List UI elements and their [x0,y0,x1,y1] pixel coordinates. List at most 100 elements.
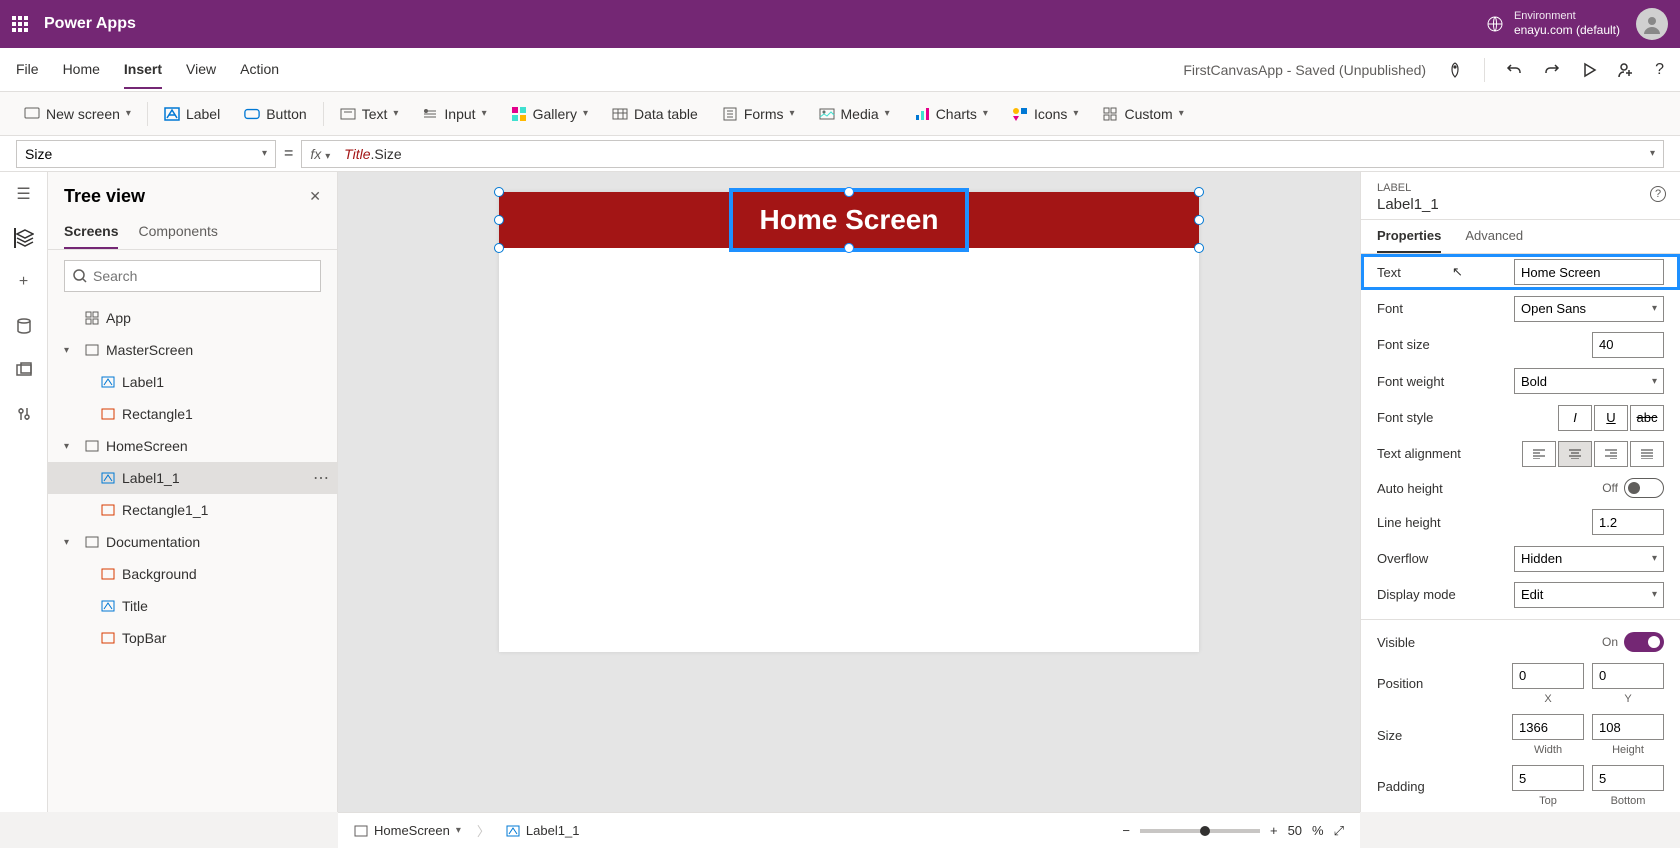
label-icon [100,471,116,485]
zoom-in-icon[interactable]: + [1270,823,1278,838]
align-right-button[interactable] [1594,441,1628,467]
banner-label[interactable]: Home Screen [760,204,939,236]
insert-custom-button[interactable]: Custom▾ [1094,100,1191,128]
input-icon [422,106,438,122]
data-rail-icon[interactable] [14,316,34,336]
menu-insert[interactable]: Insert [124,51,162,89]
insert-label-button[interactable]: Label [156,100,228,128]
tree-item-app[interactable]: App [48,302,337,334]
tab-screens[interactable]: Screens [64,215,118,249]
insert-button-button[interactable]: Button [236,100,314,128]
visible-toggle[interactable] [1624,632,1664,652]
fontsize-input[interactable] [1592,332,1664,358]
italic-button[interactable]: I [1558,405,1592,431]
tree-item-masterscreen[interactable]: ▾ MasterScreen [48,334,337,366]
equals-sign: = [284,145,293,163]
redo-icon[interactable] [1543,61,1561,79]
autoheight-toggle[interactable] [1624,478,1664,498]
gallery-icon [511,106,527,122]
underline-button[interactable]: U [1594,405,1628,431]
user-avatar[interactable] [1636,8,1668,40]
formula-input[interactable]: fx▾ Title.Size ▾ [301,140,1664,168]
align-justify-button[interactable] [1630,441,1664,467]
help-icon[interactable]: ? [1650,186,1666,202]
app-header: Power Apps Environment enayu.com (defaul… [0,0,1680,48]
text-input[interactable] [1514,259,1664,285]
insert-gallery-button[interactable]: Gallery▾ [503,100,596,128]
zoom-slider[interactable] [1140,829,1260,833]
hamburger-icon[interactable]: ☰ [14,184,34,204]
app-launcher-icon[interactable] [12,16,28,32]
play-icon[interactable] [1581,62,1597,78]
environment-picker[interactable]: Environment enayu.com (default) [1486,10,1620,38]
tab-properties[interactable]: Properties [1377,220,1441,253]
breadcrumb-element[interactable]: Label1_1 [506,823,580,838]
lineheight-input[interactable] [1592,509,1664,535]
canvas-area[interactable]: Home Screen [338,172,1360,812]
rectangle-icon [100,631,116,645]
insert-rail-icon[interactable]: + [14,272,34,292]
share-icon[interactable] [1617,61,1635,79]
insert-datatable-button[interactable]: Data table [604,100,706,128]
overflow-select[interactable]: Hidden▾ [1514,546,1664,572]
more-icon[interactable]: ⋯ [313,468,329,488]
menu-action[interactable]: Action [240,51,279,89]
insert-media-button[interactable]: Media▾ [811,100,898,128]
menu-file[interactable]: File [16,51,39,89]
tree-item-homescreen[interactable]: ▾ HomeScreen [48,430,337,462]
environment-label: Environment [1514,10,1620,23]
tree-item-rectangle1-1[interactable]: Rectangle1_1 [48,494,337,526]
help-icon[interactable]: ? [1655,61,1664,79]
zoom-value: 50 [1288,823,1302,838]
menu-home[interactable]: Home [63,51,100,89]
insert-text-button[interactable]: Text▾ [332,100,407,128]
align-center-button[interactable] [1558,441,1592,467]
label-icon [100,599,116,613]
tree-item-topbar[interactable]: TopBar [48,622,337,654]
tree-search[interactable] [64,260,321,292]
app-checker-icon[interactable] [1446,61,1464,79]
position-y-input[interactable] [1592,663,1664,689]
tree-item-background[interactable]: Background [48,558,337,590]
tree-item-documentation[interactable]: ▾ Documentation [48,526,337,558]
tab-components[interactable]: Components [138,215,217,249]
canvas-screen[interactable]: Home Screen [499,192,1199,652]
media-rail-icon[interactable] [14,360,34,380]
padding-bottom-input[interactable] [1592,765,1664,791]
undo-icon[interactable] [1505,61,1523,79]
font-select[interactable]: Open Sans▾ [1514,296,1664,322]
strikethrough-button[interactable]: abc [1630,405,1664,431]
insert-charts-button[interactable]: Charts▾ [906,100,996,128]
banner-rectangle[interactable]: Home Screen [499,192,1199,248]
new-screen-button[interactable]: New screen▾ [16,100,139,128]
close-icon[interactable]: ✕ [309,188,321,205]
breadcrumb-screen[interactable]: HomeScreen▾ [354,823,461,838]
size-height-input[interactable] [1592,714,1664,740]
padding-top-input[interactable] [1512,765,1584,791]
size-width-input[interactable] [1512,714,1584,740]
displaymode-select[interactable]: Edit▾ [1514,582,1664,608]
menu-view[interactable]: View [186,51,216,89]
search-icon [73,269,87,283]
insert-ribbon: New screen▾ Label Button Text▾ Input▾ Ga… [0,92,1680,136]
screen-icon [354,825,368,837]
tree-item-label1-1[interactable]: Label1_1 ⋯ [48,462,337,494]
tree-view-icon[interactable] [14,228,34,248]
position-x-input[interactable] [1512,663,1584,689]
insert-input-button[interactable]: Input▾ [414,100,494,128]
insert-icons-button[interactable]: Icons▾ [1004,100,1087,128]
tree-item-label1[interactable]: Label1 [48,366,337,398]
advanced-tools-icon[interactable] [14,404,34,424]
search-input[interactable] [93,268,312,284]
align-left-button[interactable] [1522,441,1556,467]
forms-icon [722,106,738,122]
tab-advanced[interactable]: Advanced [1465,220,1523,253]
fontweight-select[interactable]: Bold▾ [1514,368,1664,394]
zoom-out-icon[interactable]: − [1122,823,1130,838]
tree-item-rectangle1[interactable]: Rectangle1 [48,398,337,430]
tree-item-title[interactable]: Title [48,590,337,622]
properties-panel: LABEL Label1_1 ? Properties Advanced Tex… [1360,172,1680,812]
insert-forms-button[interactable]: Forms▾ [714,100,803,128]
property-selector[interactable]: Size▾ [16,140,276,168]
fit-screen-icon[interactable]: ⤢ [1334,823,1344,839]
